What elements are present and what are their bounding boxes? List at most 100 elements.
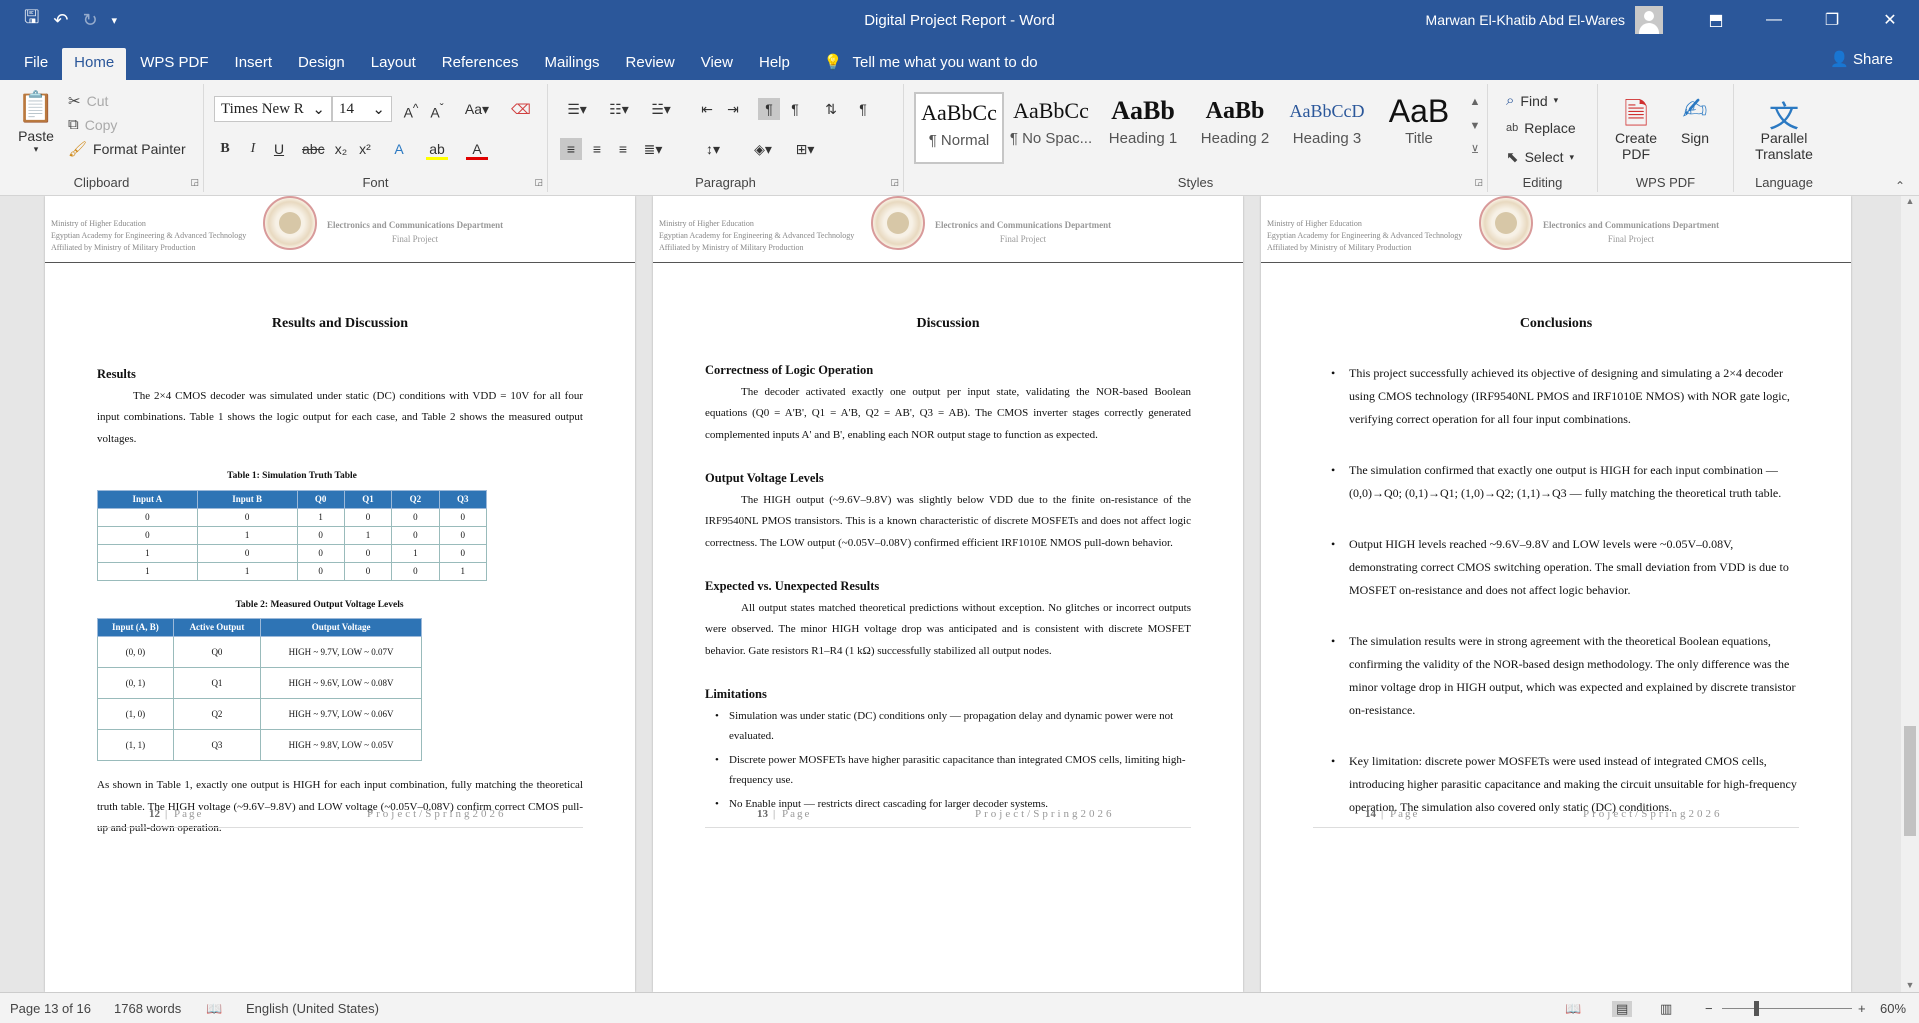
- clipboard-launcher-icon[interactable]: ◲: [190, 177, 199, 188]
- share-button[interactable]: 👤 Share: [1830, 50, 1893, 68]
- ltr-direction-icon[interactable]: ¶: [758, 98, 780, 120]
- bold-icon[interactable]: B: [214, 138, 236, 160]
- zoom-slider-thumb[interactable]: [1754, 1001, 1759, 1016]
- increase-indent-icon[interactable]: ⇥: [722, 98, 744, 120]
- line-spacing-icon[interactable]: ↕▾: [696, 138, 730, 160]
- paragraph-launcher-icon[interactable]: ◲: [890, 177, 899, 188]
- web-layout-icon[interactable]: ▥: [1660, 1001, 1672, 1017]
- header-department: Electronics and Communications Departmen…: [935, 220, 1112, 244]
- sign-button[interactable]: ✍ Sign: [1670, 92, 1720, 146]
- sort-icon[interactable]: ⇅: [820, 98, 842, 120]
- tab-mailings[interactable]: Mailings: [533, 48, 612, 80]
- font-color-icon[interactable]: A: [466, 138, 488, 160]
- parallel-translate-button[interactable]: 文 Parallel Translate: [1734, 92, 1834, 162]
- ribbon-display-icon[interactable]: ⬒: [1687, 0, 1745, 40]
- user-name[interactable]: Marwan El-Khatib Abd El-Wares: [1426, 12, 1625, 28]
- underline-icon[interactable]: U: [268, 138, 290, 160]
- print-layout-icon[interactable]: ▤: [1612, 1001, 1633, 1017]
- tab-wps-pdf[interactable]: WPS PDF: [128, 48, 220, 80]
- restore-icon[interactable]: ❐: [1803, 0, 1861, 40]
- clear-formatting-icon[interactable]: ⌫: [510, 98, 532, 120]
- create-pdf-button[interactable]: 🗎 Create PDF: [1604, 92, 1668, 162]
- rtl-direction-icon[interactable]: ¶: [784, 98, 806, 120]
- font-name-select[interactable]: Times New R ⌄: [214, 96, 332, 122]
- tab-view[interactable]: View: [689, 48, 745, 80]
- align-right-icon[interactable]: ≡: [612, 138, 634, 160]
- multilevel-list-icon[interactable]: ☱▾: [644, 98, 678, 120]
- collapse-ribbon-icon[interactable]: ⌃: [1895, 179, 1905, 193]
- close-icon[interactable]: ✕: [1861, 0, 1919, 40]
- copy-button[interactable]: ⧉ Copy: [68, 116, 117, 133]
- text-effects-icon[interactable]: A: [388, 138, 410, 160]
- title-bar: 🖫 ↶ ↻ ▾ Digital Project Report - Word Ma…: [0, 0, 1919, 40]
- zoom-slider[interactable]: [1722, 1008, 1852, 1009]
- undo-icon[interactable]: ↶: [53, 10, 68, 31]
- scroll-down-icon[interactable]: ▼: [1466, 114, 1484, 138]
- style-no-spacing[interactable]: AaBbCc ¶ No Spac...: [1006, 92, 1096, 164]
- tab-file[interactable]: File: [12, 48, 60, 80]
- minimize-icon[interactable]: —: [1745, 0, 1803, 40]
- cut-button[interactable]: ✂ Cut: [68, 92, 108, 110]
- tab-design[interactable]: Design: [286, 48, 357, 80]
- italic-icon[interactable]: I: [242, 138, 264, 160]
- subscript-icon[interactable]: x₂: [330, 138, 352, 160]
- justify-icon[interactable]: ≣▾: [638, 138, 668, 160]
- grow-font-icon[interactable]: A^: [400, 98, 422, 121]
- shrink-font-icon[interactable]: Aˇ: [426, 98, 448, 121]
- find-button[interactable]: ⌕ Find ▾: [1506, 92, 1558, 109]
- replace-button[interactable]: ab Replace: [1506, 120, 1576, 136]
- show-marks-icon[interactable]: ¶: [852, 98, 874, 120]
- scroll-up-icon[interactable]: ▲: [1901, 196, 1919, 206]
- shading-icon[interactable]: ◈▾: [746, 138, 780, 160]
- scrollbar-thumb[interactable]: [1904, 726, 1916, 836]
- scroll-up-icon[interactable]: ▲: [1466, 90, 1484, 114]
- customize-qat-icon[interactable]: ▾: [112, 14, 118, 27]
- borders-icon[interactable]: ⊞▾: [788, 138, 822, 160]
- style-title[interactable]: AaB Title: [1374, 92, 1464, 164]
- save-icon[interactable]: 🖫: [24, 5, 39, 35]
- font-launcher-icon[interactable]: ◲: [534, 177, 543, 188]
- proofing-icon[interactable]: 📖: [206, 1001, 222, 1017]
- styles-launcher-icon[interactable]: ◲: [1474, 177, 1483, 188]
- header-ministry: Ministry of Higher Education Egyptian Ac…: [1267, 219, 1463, 252]
- page-count[interactable]: Page 13 of 16: [10, 1001, 91, 1016]
- tab-review[interactable]: Review: [614, 48, 687, 80]
- read-mode-icon[interactable]: 📖: [1565, 1001, 1581, 1017]
- zoom-out-icon[interactable]: −: [1705, 1001, 1713, 1016]
- font-size-select[interactable]: 14 ⌄: [332, 96, 392, 122]
- bullets-icon[interactable]: ☰▾: [560, 98, 594, 120]
- tab-references[interactable]: References: [430, 48, 531, 80]
- superscript-icon[interactable]: x²: [354, 138, 376, 160]
- tab-insert[interactable]: Insert: [223, 48, 285, 80]
- tell-me-search[interactable]: 💡 Tell me what you want to do: [824, 48, 1038, 80]
- style-normal[interactable]: AaBbCc ¶ Normal: [914, 92, 1004, 164]
- word-count[interactable]: 1768 words: [114, 1001, 181, 1016]
- strikethrough-icon[interactable]: abc: [302, 138, 325, 160]
- document-area[interactable]: Ministry of Higher Education Egyptian Ac…: [0, 196, 1919, 992]
- highlight-icon[interactable]: ab: [426, 138, 448, 160]
- scroll-down-icon[interactable]: ▼: [1901, 980, 1919, 990]
- align-center-icon[interactable]: ≡: [586, 138, 608, 160]
- select-button[interactable]: ⬉ Select ▾: [1506, 148, 1574, 166]
- zoom-in-icon[interactable]: +: [1858, 1001, 1866, 1016]
- align-left-icon[interactable]: ≡: [560, 138, 582, 160]
- tab-help[interactable]: Help: [747, 48, 802, 80]
- decrease-indent-icon[interactable]: ⇤: [696, 98, 718, 120]
- language-status[interactable]: English (United States): [246, 1001, 379, 1016]
- paste-button[interactable]: 📋 Paste ▾: [12, 90, 60, 155]
- zoom-level[interactable]: 60%: [1880, 1001, 1906, 1016]
- tab-layout[interactable]: Layout: [359, 48, 428, 80]
- format-painter-button[interactable]: 🖌 Format Painter: [68, 140, 186, 158]
- redo-icon[interactable]: ↻: [82, 10, 97, 31]
- numbering-icon[interactable]: ☷▾: [602, 98, 636, 120]
- vertical-scrollbar[interactable]: ▲ ▼: [1901, 196, 1919, 992]
- style-heading-1[interactable]: AaBb Heading 1: [1098, 92, 1188, 164]
- avatar[interactable]: [1635, 6, 1663, 34]
- style-heading-2[interactable]: AaBb Heading 2: [1190, 92, 1280, 164]
- change-case-icon[interactable]: Aa▾: [460, 98, 494, 120]
- paragraph: All output states matched theoretical pr…: [705, 601, 1191, 657]
- table-row: (0, 1) Q1 HIGH ~ 9.6V, LOW ~ 0.08V: [97, 667, 422, 699]
- tab-home[interactable]: Home: [62, 48, 127, 80]
- more-styles-icon[interactable]: ⊻: [1466, 138, 1484, 162]
- style-heading-3[interactable]: AaBbCcD Heading 3: [1282, 92, 1372, 164]
